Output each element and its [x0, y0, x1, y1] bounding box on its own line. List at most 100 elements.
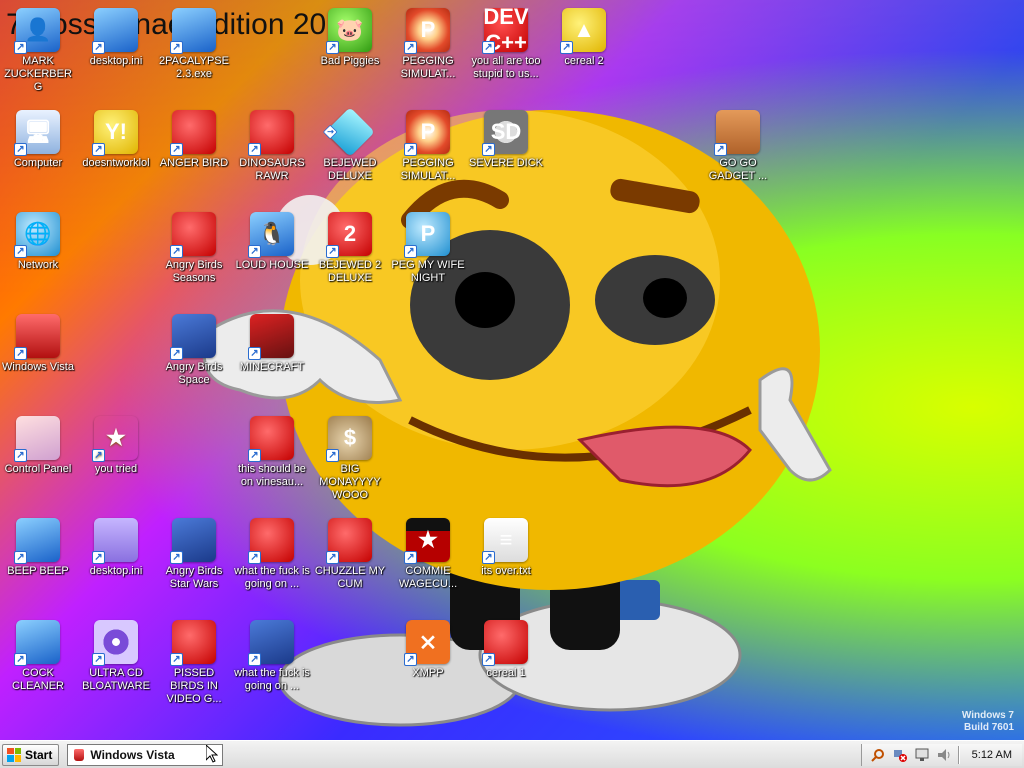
search-icon[interactable] — [870, 747, 886, 763]
shortcut-arrow-icon: ↗ — [170, 347, 183, 360]
angry-bird-icon: ↗ — [248, 416, 294, 462]
shortcut-arrow-icon: ↗ — [92, 41, 105, 54]
desktop-icon-angry-birds-space[interactable]: ↗ Angry Birds Space — [156, 314, 232, 387]
angry-birds-star-wars-icon: ↗ — [170, 518, 216, 564]
taskbar: Start Windows Vista 5:12 AM — [0, 740, 1024, 768]
desktop-icon-label: MARK ZUCKERBERG — [4, 55, 72, 93]
desktop-icon-control-panel[interactable]: ↗ Control Panel — [0, 416, 76, 476]
person-icon: 👤 ↗ — [14, 8, 60, 54]
desktop-icon-label: XMPP — [412, 667, 444, 679]
desktop-icon-desktop-ini-1[interactable]: ↗ desktop.ini — [78, 8, 154, 68]
desktop-icon-label: desktop.ini — [89, 565, 143, 577]
desktop-icon-what-the-fuck-2[interactable]: ↗ what the fuck is going on ... — [234, 620, 310, 693]
shortcut-arrow-icon: ↗ — [404, 143, 417, 156]
desktop-icon-label: PISSED BIRDS IN VIDEO G... — [166, 667, 222, 705]
blue-book-icon: ↗ — [170, 8, 216, 54]
desktop-icon-pissed-birds[interactable]: ↗ PISSED BIRDS IN VIDEO G... — [156, 620, 232, 706]
desktop-icon-pegging-simulator-1[interactable]: P ↗ PEGGING SIMULAT... — [390, 8, 466, 81]
desktop-icon-angry-birds-star-wars[interactable]: ↗ Angry Birds Star Wars — [156, 518, 232, 591]
desktop-icon-doesntworklol[interactable]: Y! ↗ doesntworklol — [78, 110, 154, 170]
desktop-icon-dinosaurs-rawr[interactable]: ↗ DINOSAURS RAWR — [234, 110, 310, 183]
mouse-cursor-icon — [206, 745, 218, 763]
desktop-icon-cock-cleaner[interactable]: ↗ COCK CLEANER — [0, 620, 76, 693]
recycle-bin-icon — [74, 748, 85, 761]
desktop-icon-label: its over.txt — [481, 565, 531, 577]
shortcut-arrow-icon: ↗ — [14, 347, 27, 360]
desktop-icon-angry-birds-seasons[interactable]: ↗ Angry Birds Seasons — [156, 212, 232, 285]
shortcut-arrow-icon: ↗ — [248, 143, 261, 156]
desktop-icon-big-monayyy[interactable]: $ ↗ BIG MONAYYYY WOOO — [312, 416, 388, 502]
desktop-icon-ultra-cd-bloatware[interactable]: ↗ ULTRA CD BLOATWARE — [78, 620, 154, 693]
shortcut-arrow-icon: ↗ — [14, 653, 27, 666]
desktop-icon-label: BEJEWED 2 DELUXE — [318, 259, 382, 284]
desktop-icon-desktop-ini-2[interactable]: ↗ desktop.ini — [78, 518, 154, 578]
blue-book-icon: ↗ — [14, 518, 60, 564]
cd-disc-icon: ↗ — [92, 620, 138, 666]
watermark-line-2: Build 7601 — [963, 722, 1014, 733]
desktop-icon-label: LOUD HOUSE — [235, 259, 309, 271]
desktop-icon-2pacalypse[interactable]: ↗ 2PACALYPSE 2.3.exe — [156, 8, 232, 81]
shortcut-arrow-icon: ↗ — [92, 449, 105, 462]
shortcut-arrow-icon: ↗ — [482, 551, 495, 564]
desktop-icon-commie-wagecu[interactable]: ★ ↗ COMMIE WAGECU... — [390, 518, 466, 591]
yellow-bird-icon: ▲ ↗ — [560, 8, 606, 54]
desktop-icon-this-should-be[interactable]: ↗ this should be on vinesau... — [234, 416, 310, 489]
shortcut-arrow-icon: ↗ — [404, 653, 417, 666]
desktop-icon-network[interactable]: 🌐 ↗ Network — [0, 212, 76, 272]
chuzzle-icon: ↗ — [326, 518, 372, 564]
desktop-icon-beep-beep[interactable]: ↗ BEEP BEEP — [0, 518, 76, 578]
purple-doc-icon: ↗ — [92, 518, 138, 564]
desktop-icon-chuzzle-my-cum[interactable]: ↗ CHUZZLE MY CUM — [312, 518, 388, 591]
gem-icon: ↗ — [322, 107, 375, 157]
desktop-icon-what-the-fuck-1[interactable]: ↗ what the fuck is going on ... — [234, 518, 310, 591]
desktop-icon-minecraft[interactable]: ↗ MINECRAFT — [234, 314, 310, 374]
desktop-icon-you-all-are-too-stupid[interactable]: DEV C++ ↗ you all are too stupid to us... — [468, 4, 544, 81]
arstotzka-flag-icon: ★ ↗ — [404, 518, 450, 564]
display-icon[interactable] — [914, 747, 930, 763]
network-globe-icon: 🌐 ↗ — [14, 212, 60, 258]
desktop-icon-cereal-2[interactable]: ▲ ↗ cereal 2 — [546, 8, 622, 68]
devcpp-icon: DEV C++ ↗ — [482, 4, 529, 55]
desktop-icon-peg-my-wife-night[interactable]: P ↗ PEG MY WIFE NIGHT — [390, 212, 466, 285]
desktop-icon-label: BEEP BEEP — [7, 565, 69, 577]
desktop-icon-you-tried[interactable]: ★ ↗ you tried — [78, 416, 154, 476]
desktop-icon-bejewed-2-deluxe[interactable]: 2 ↗ BEJEWED 2 DELUXE — [312, 212, 388, 285]
desktop-icon-label: Windows Vista — [2, 361, 74, 373]
desktop-icon-label: CHUZZLE MY CUM — [314, 565, 386, 590]
briefcase-icon: ↗ — [714, 110, 760, 156]
desktop-icon-label: Bad Piggies — [320, 55, 380, 67]
desktop-icon-bejewed-deluxe[interactable]: ↗ BEJEWED DELUXE — [312, 107, 388, 183]
desktop-icon-computer[interactable]: 🖥 ↗ Computer — [0, 110, 76, 170]
desktop-icon-label: GO GO GADGET ... — [708, 157, 768, 182]
desktop-icon-severe-dick[interactable]: SD ↗ SEVERE DICK — [468, 110, 544, 170]
desktop-icon-go-go-gadget[interactable]: ↗ GO GO GADGET ... — [700, 110, 776, 183]
start-button[interactable]: Start — [2, 743, 60, 766]
desktop-icon-label: Angry Birds Space — [165, 361, 223, 386]
shortcut-arrow-icon: ↗ — [170, 653, 183, 666]
desktop-icon-label: PEGGING SIMULAT... — [400, 157, 456, 182]
shortcut-arrow-icon: ↗ — [714, 143, 727, 156]
desktop[interactable]: 7 BossKanae Edition 2012 Windows 7 Build… — [0, 0, 1024, 740]
desktop-icon-pegging-simulator-2[interactable]: P ↗ PEGGING SIMULAT... — [390, 110, 466, 183]
computer-icon: 🖥 ↗ — [14, 110, 60, 156]
desktop-icon-anger-bird[interactable]: ↗ ANGER BIRD — [156, 110, 232, 170]
speaker-icon[interactable] — [936, 747, 952, 763]
desktop-icon-its-over-txt[interactable]: ≡ ↗ its over.txt — [468, 518, 544, 578]
desktop-icon-label: Network — [17, 259, 59, 271]
desktop-icon-bad-piggies[interactable]: 🐷 ↗ Bad Piggies — [312, 8, 388, 68]
desktop-icon-loud-house[interactable]: 🐧 ↗ LOUD HOUSE — [234, 212, 310, 272]
desktop-icon-label: desktop.ini — [89, 55, 143, 67]
clock[interactable]: 5:12 AM — [972, 749, 1012, 761]
desktop-icon-label: 2PACALYPSE 2.3.exe — [159, 55, 229, 80]
gold-star-icon: ★ ↗ — [92, 416, 138, 462]
shortcut-arrow-icon: ↗ — [326, 551, 339, 564]
desktop-icon-xmpp[interactable]: ⨯ ↗ XMPP — [390, 620, 466, 680]
network-alert-icon[interactable] — [892, 747, 908, 763]
desktop-icon-cereal-1[interactable]: ↗ cereal 1 — [468, 620, 544, 680]
desktop-icon-windows-vista[interactable]: ↗ Windows Vista — [0, 314, 76, 374]
peggle-p-blue-icon: P ↗ — [404, 212, 450, 258]
taskbar-window-button[interactable]: Windows Vista — [67, 743, 224, 766]
desktop-icon-mark-zuckerberg[interactable]: 👤 ↗ MARK ZUCKERBERG — [0, 8, 76, 94]
shortcut-arrow-icon: ↗ — [326, 449, 339, 462]
desktop-icon-label: Computer — [13, 157, 63, 169]
